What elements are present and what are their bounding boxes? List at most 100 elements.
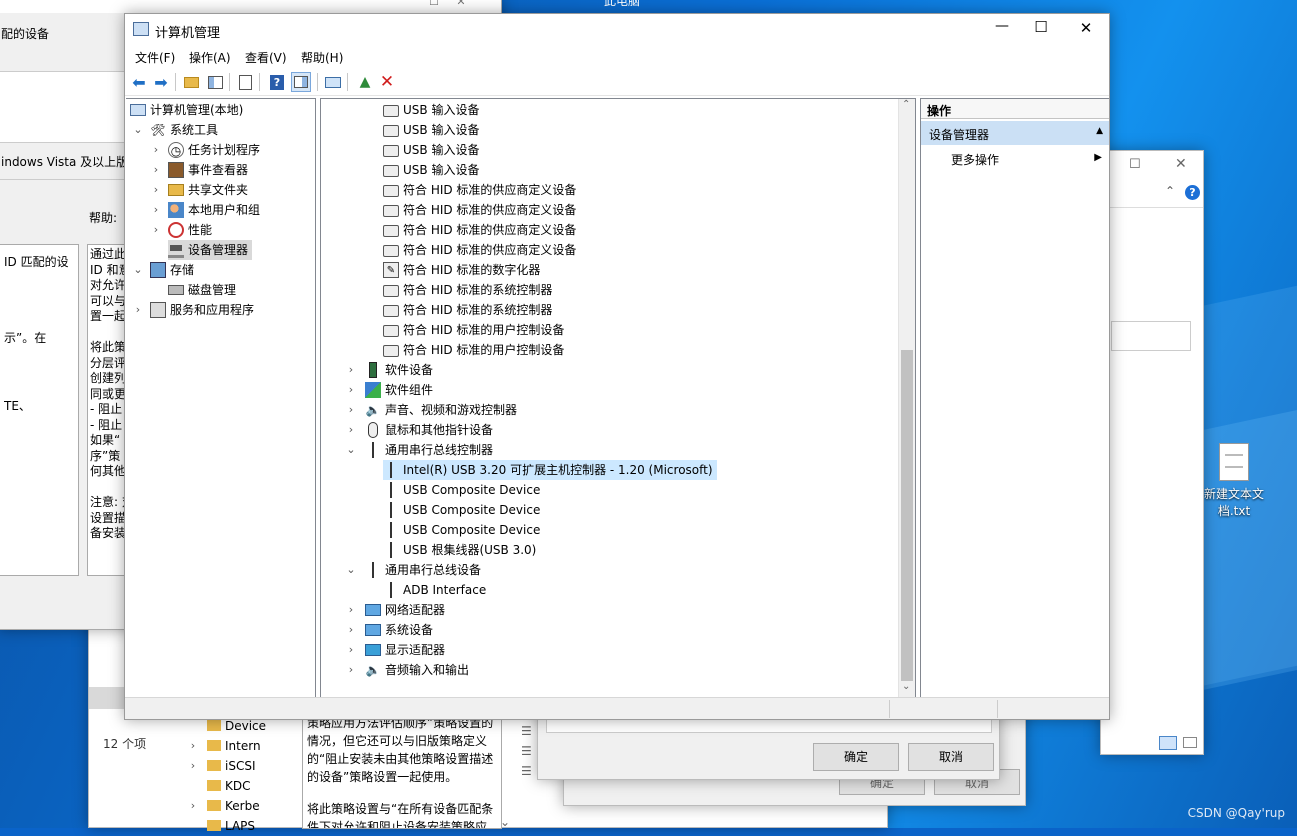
chevron-down-icon[interactable]: ⌄ bbox=[500, 815, 510, 829]
device-category[interactable]: ⌄ 通用串行总线设备 bbox=[346, 560, 481, 580]
device-item[interactable]: USB 输入设备 bbox=[383, 140, 479, 160]
up-folder-icon[interactable] bbox=[181, 72, 201, 92]
device-category[interactable]: › 鼠标和其他指针设备 bbox=[349, 420, 493, 440]
tree-item[interactable]: › 性能 bbox=[154, 220, 212, 240]
device-item[interactable]: ADB Interface bbox=[383, 580, 486, 600]
ok-button[interactable]: 确定 bbox=[813, 743, 899, 771]
tree-item[interactable]: › ◷ 任务计划程序 bbox=[154, 140, 260, 160]
uninstall-icon[interactable]: ✕ bbox=[377, 72, 397, 92]
device-item[interactable]: 符合 HID 标准的供应商定义设备 bbox=[383, 220, 576, 240]
desktop-file-icon[interactable]: 新建文本文 档.txt bbox=[1202, 443, 1266, 519]
scroll-thumb[interactable] bbox=[901, 350, 913, 681]
device-item[interactable]: 符合 HID 标准的供应商定义设备 bbox=[383, 180, 576, 200]
maximize-icon[interactable]: ☐ bbox=[1129, 157, 1141, 172]
chevron-right-icon[interactable]: › bbox=[345, 660, 357, 680]
device-item[interactable]: Intel(R) USB 3.20 可扩展主机控制器 - 1.20 (Micro… bbox=[383, 460, 717, 480]
tree-item[interactable]: › 服务和应用程序 bbox=[136, 300, 254, 320]
cancel-button[interactable]: 取消 bbox=[908, 743, 994, 771]
folder-item[interactable]: › Kerbe bbox=[191, 796, 260, 816]
minimize-icon[interactable]: — bbox=[987, 18, 1017, 34]
action-section[interactable]: 设备管理器 ▲ bbox=[921, 121, 1109, 145]
help-icon[interactable]: ? bbox=[1185, 185, 1200, 200]
device-item[interactable]: 符合 HID 标准的用户控制设备 bbox=[383, 340, 564, 360]
details-view-icon[interactable] bbox=[1159, 736, 1177, 750]
search-box[interactable] bbox=[1111, 321, 1191, 351]
tree-item[interactable]: 设备管理器 bbox=[168, 240, 253, 260]
chevron-right-icon[interactable]: › bbox=[345, 420, 357, 440]
tree-item[interactable]: › 本地用户和组 bbox=[154, 200, 260, 220]
title-bar[interactable]: 计算机管理 — ☐ ✕ bbox=[125, 14, 1109, 46]
device-item[interactable]: USB 输入设备 bbox=[383, 160, 479, 180]
properties-icon[interactable] bbox=[235, 72, 255, 92]
chevron-up-icon[interactable]: ⌃ bbox=[1165, 184, 1175, 198]
close-icon[interactable]: ✕ bbox=[1071, 19, 1101, 37]
help-icon[interactable]: ? bbox=[267, 72, 287, 92]
menu-action[interactable]: 操作(A) bbox=[189, 49, 231, 66]
maximize-icon[interactable]: ☐ bbox=[1026, 18, 1056, 36]
monitor-icon[interactable] bbox=[323, 72, 343, 92]
menu-view[interactable]: 查看(V) bbox=[245, 49, 287, 66]
device-item[interactable]: 符合 HID 标准的系统控制器 bbox=[383, 280, 552, 300]
folder-item[interactable]: LAPS bbox=[207, 816, 255, 836]
device-item[interactable]: 符合 HID 标准的供应商定义设备 bbox=[383, 200, 576, 220]
chevron-right-icon[interactable]: › bbox=[345, 380, 357, 400]
device-item[interactable]: USB 输入设备 bbox=[383, 100, 479, 120]
scroll-down-icon[interactable]: ⌄ bbox=[902, 681, 910, 692]
device-item[interactable]: 符合 HID 标准的系统控制器 bbox=[383, 300, 552, 320]
device-item[interactable]: USB Composite Device bbox=[383, 520, 540, 540]
chevron-right-icon[interactable]: › bbox=[150, 200, 162, 220]
chevron-right-icon[interactable]: › bbox=[345, 600, 357, 620]
back-arrow-icon[interactable]: ⬅ bbox=[129, 72, 149, 92]
tree-item[interactable]: ⌄ 🛠 系统工具 bbox=[133, 120, 218, 140]
chevron-right-icon[interactable]: › bbox=[132, 300, 144, 320]
device-category[interactable]: › 🔈 音频输入和输出 bbox=[349, 660, 469, 680]
device-category[interactable]: › 显示适配器 bbox=[349, 640, 445, 660]
menu-file[interactable]: 文件(F) bbox=[135, 49, 175, 66]
device-item[interactable]: 符合 HID 标准的供应商定义设备 bbox=[383, 240, 576, 260]
chevron-right-icon[interactable]: › bbox=[345, 620, 357, 640]
chevron-right-icon[interactable]: › bbox=[345, 640, 357, 660]
chevron-right-icon[interactable]: › bbox=[345, 360, 357, 380]
forward-arrow-icon[interactable]: ➡ bbox=[151, 72, 171, 92]
vertical-scrollbar[interactable]: ⌃ ⌄ bbox=[898, 99, 915, 698]
close-icon[interactable]: ✕ bbox=[1175, 156, 1187, 172]
folder-item[interactable]: › Intern bbox=[191, 736, 261, 756]
help-line: 将此策 bbox=[90, 340, 127, 354]
chevron-down-icon[interactable]: ⌄ bbox=[132, 260, 144, 280]
chevron-right-icon[interactable]: › bbox=[345, 400, 357, 420]
device-item[interactable]: USB 输入设备 bbox=[383, 120, 479, 140]
tiles-view-icon[interactable] bbox=[1183, 737, 1197, 748]
chevron-right-icon[interactable]: › bbox=[150, 180, 162, 200]
tree-item[interactable]: › 共享文件夹 bbox=[154, 180, 248, 200]
chevron-down-icon[interactable]: ⌄ bbox=[345, 560, 357, 580]
device-category[interactable]: › 🔈 声音、视频和游戏控制器 bbox=[349, 400, 517, 420]
device-item[interactable]: USB Composite Device bbox=[383, 480, 540, 500]
show-action-pane-icon[interactable] bbox=[291, 72, 311, 92]
folder-item[interactable]: KDC bbox=[207, 776, 251, 796]
chevron-down-icon[interactable]: ⌄ bbox=[132, 120, 144, 140]
menu-help[interactable]: 帮助(H) bbox=[301, 49, 343, 66]
show-hide-tree-icon[interactable] bbox=[205, 72, 225, 92]
device-item[interactable]: USB Composite Device bbox=[383, 500, 540, 520]
tree-item[interactable]: ⌄ 存储 bbox=[133, 260, 194, 280]
tree-item[interactable]: 磁盘管理 bbox=[168, 280, 236, 300]
device-category[interactable]: ⌄ 通用串行总线控制器 bbox=[346, 440, 493, 460]
folder-item[interactable]: › iSCSI bbox=[191, 756, 256, 776]
device-category[interactable]: › 软件设备 bbox=[349, 360, 433, 380]
device-category[interactable]: › 软件组件 bbox=[349, 380, 433, 400]
device-item[interactable]: ✎ 符合 HID 标准的数字化器 bbox=[383, 260, 540, 280]
chevron-right-icon[interactable]: › bbox=[150, 220, 162, 240]
chevron-right-icon[interactable]: › bbox=[150, 140, 162, 160]
chevron-down-icon[interactable]: ⌄ bbox=[345, 440, 357, 460]
device-item[interactable]: USB 根集线器(USB 3.0) bbox=[383, 540, 536, 560]
device-item[interactable]: 符合 HID 标准的用户控制设备 bbox=[383, 320, 564, 340]
chevron-right-icon[interactable]: › bbox=[150, 160, 162, 180]
update-driver-icon[interactable]: ▲ bbox=[355, 72, 375, 92]
device-category[interactable]: › 系统设备 bbox=[349, 620, 433, 640]
tree-item[interactable]: › 事件查看器 bbox=[154, 160, 248, 180]
window-controls[interactable]: ☐ ✕ bbox=[429, 0, 466, 8]
more-actions[interactable]: 更多操作 ▶ bbox=[921, 149, 1109, 169]
tree-root[interactable]: 计算机管理(本地) bbox=[130, 100, 243, 120]
scroll-up-icon[interactable]: ⌃ bbox=[902, 99, 910, 110]
device-category[interactable]: › 网络适配器 bbox=[349, 600, 445, 620]
